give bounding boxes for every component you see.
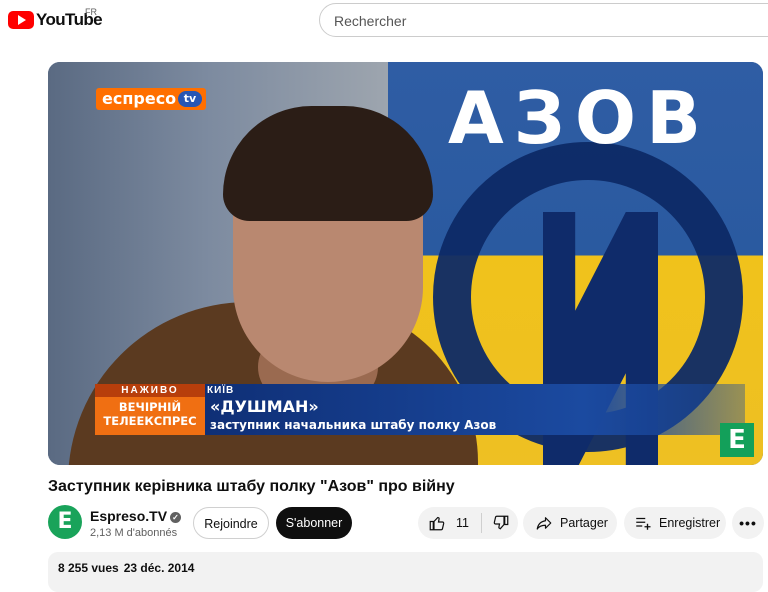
guest-role: заступник начальника штабу полку Азов [210,418,497,432]
more-actions-button[interactable]: ••• [732,507,764,539]
channel-bug: еспресо tv [96,88,206,110]
youtube-play-icon [8,11,34,29]
channel-name[interactable]: Espreso.TV [90,508,167,524]
join-button[interactable]: Rejoindre [193,507,269,539]
share-button[interactable]: Partager [523,507,617,539]
region-code: FR [85,7,97,17]
show-name: ВЕЧІРНІЙ ТЕЛЕЕКСПРЕС [95,400,205,428]
like-dislike-group: 11 [418,507,518,539]
view-count: 8 255 vues [58,561,119,575]
search-box[interactable] [319,3,768,37]
thumbs-up-icon [428,514,446,532]
guest-name: «ДУШМАН» [210,397,319,416]
search-input[interactable] [332,12,756,30]
playlist-add-icon [634,514,652,532]
description-meta: 8 255 vues 23 déc. 2014 [58,561,199,575]
video-title: Заступник керівника штабу полку "Азов" п… [48,478,455,495]
corner-channel-logo: Е [720,423,754,457]
lower-third: НАЖИВО ВЕЧІРНІЙ ТЕЛЕЕКСПРЕС КИЇВ «ДУШМАН… [95,384,745,435]
show-name-line2: ТЕЛЕЕКСПРЕС [103,414,197,428]
top-bar: YouTube FR [0,0,768,40]
share-label: Partager [560,516,608,530]
like-count: 11 [456,516,469,530]
subscriber-count: 2,13 M d'abonnés [90,527,178,539]
dislike-button[interactable] [482,514,510,532]
thumbs-down-icon [492,514,510,532]
like-button[interactable]: 11 [418,513,482,533]
publish-date: 23 déc. 2014 [123,561,195,575]
show-name-line1: ВЕЧІРНІЙ [118,400,182,414]
live-label: НАЖИВО [95,384,205,397]
video-player[interactable]: АЗОВ еспресо tv НАЖИВО ВЕЧІРНІЙ ТЕЛЕЕКСП… [48,62,763,465]
save-button[interactable]: Enregistrer [624,507,726,539]
save-label: Enregistrer [659,516,721,530]
share-icon [535,514,553,532]
channel-avatar[interactable]: Е [48,505,82,539]
verified-check-icon: ✓ [170,512,182,523]
channel-bug-text: еспресо [102,89,177,108]
flag-lettering: АЗОВ [448,76,711,160]
lower-third-show-panel: НАЖИВО ВЕЧІРНІЙ ТЕЛЕЕКСПРЕС [95,384,205,435]
channel-bug-tv: tv [178,91,202,107]
location-label: КИЇВ [207,385,235,396]
channel-name-row[interactable]: Espreso.TV ✓ [90,508,182,524]
subscribe-button[interactable]: S'abonner [276,507,352,539]
